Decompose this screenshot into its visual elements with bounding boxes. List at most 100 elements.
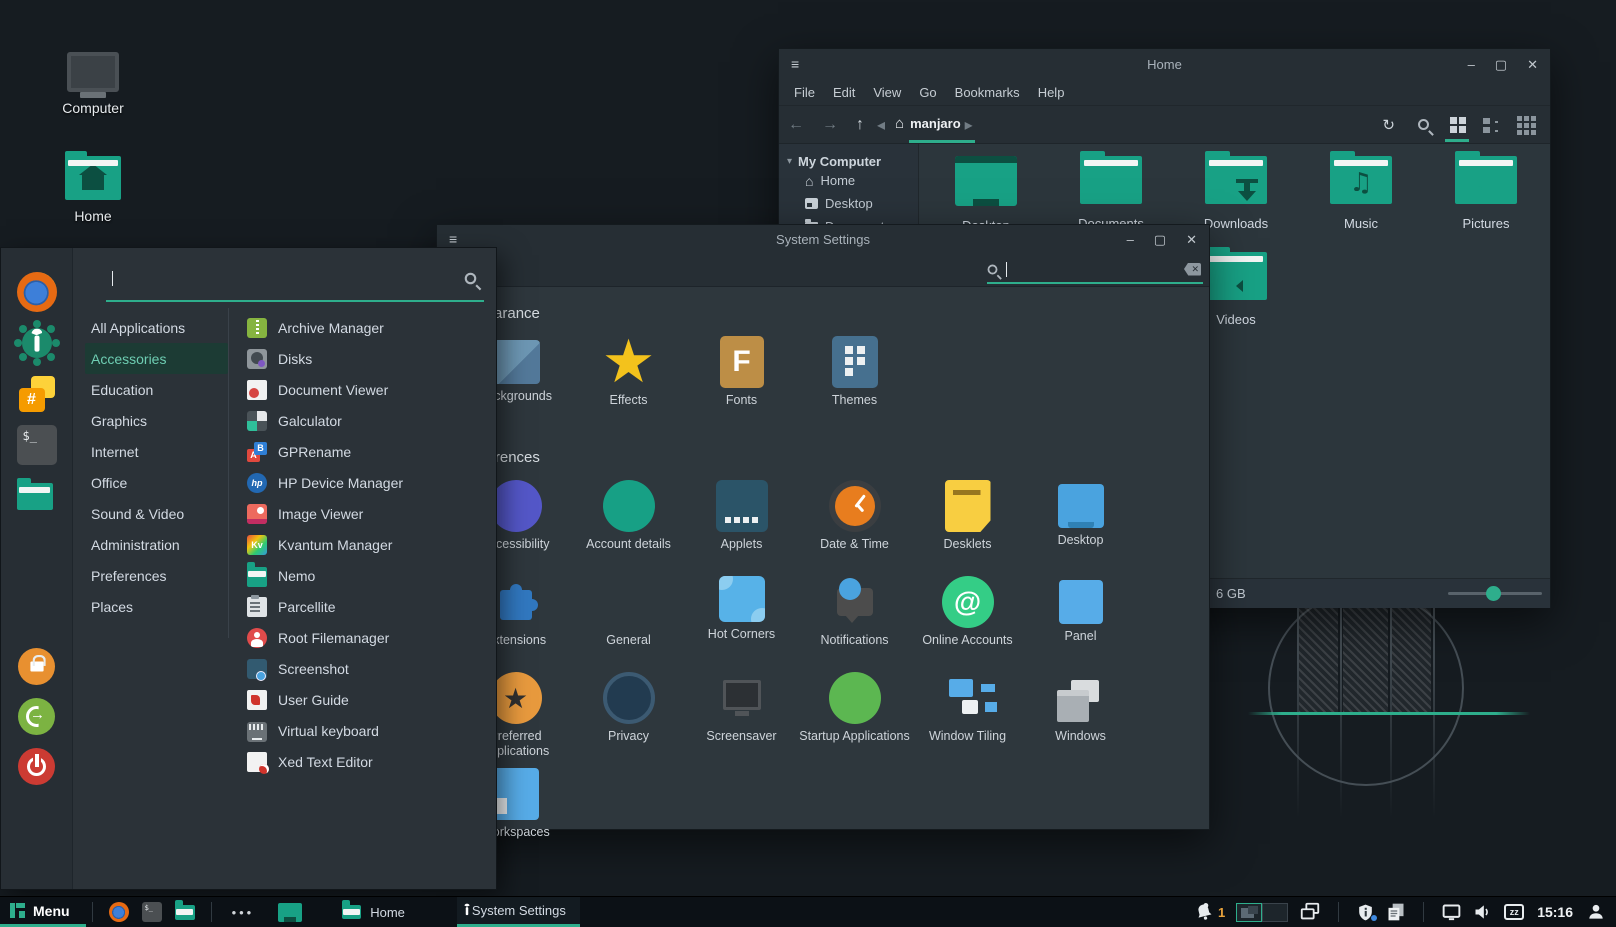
taskbar-window-home[interactable]: Home [328,897,419,927]
menu-category-item[interactable]: Places [85,591,228,622]
menu-app-item[interactable]: Parcellite [247,591,496,622]
fm-titlebar[interactable]: ≡ Home – ▢ ✕ [779,49,1550,79]
folder-item-pictures[interactable]: Pictures [1424,156,1548,231]
workspace-2[interactable] [1262,903,1288,922]
breadcrumb-next-icon[interactable]: ▸ [961,115,977,135]
menu-app-item[interactable]: Nemo [247,560,496,591]
shutdown-icon[interactable] [18,748,55,785]
menu-app-item[interactable]: Virtual keyboard [247,715,496,746]
files-icon[interactable] [17,476,57,516]
menu-button[interactable]: Menu [0,897,86,927]
menu-app-item[interactable]: User Guide [247,684,496,715]
grid-view-icon[interactable] [1442,108,1472,142]
files-launcher-icon[interactable] [175,902,195,922]
taskbar-window-system-settings[interactable]: System Settings [457,897,580,927]
clock[interactable]: 15:16 [1537,904,1573,920]
back-icon[interactable]: ← [779,116,813,134]
workspace-1[interactable] [1236,903,1262,922]
inhibit-applet-icon[interactable]: zz [1504,904,1524,920]
firefox-launcher-icon[interactable] [109,902,129,922]
up-icon[interactable]: ↑ [847,116,873,134]
hamburger-menu-icon[interactable]: ≡ [449,231,457,247]
menu-category-item[interactable]: Sound & Video [85,498,228,529]
settings-item[interactable]: Panel [1024,576,1137,672]
sidebar-item-home[interactable]: ⌂ Home [779,169,918,192]
display-applet-icon[interactable] [1441,902,1462,923]
settings-item[interactable]: Account details [572,480,685,576]
breadcrumb-prev-icon[interactable]: ◂ [873,115,889,135]
menu-app-item[interactable]: Archive Manager [247,312,496,343]
settings-item[interactable]: Date & Time [798,480,911,576]
reload-icon[interactable]: ↻ [1373,116,1404,134]
fm-menu-view[interactable]: View [864,85,910,100]
settings-item[interactable]: @ Online Accounts [911,576,1024,672]
hexchat-icon[interactable] [17,374,57,414]
minimize-icon[interactable]: – [1468,58,1475,71]
menu-app-item[interactable]: Kv Kvantum Manager [247,529,496,560]
settings-item[interactable]: Privacy [572,672,685,768]
clipboard-manager-icon[interactable] [1386,902,1406,922]
minimize-icon[interactable]: – [1127,233,1134,246]
folder-item-desktop[interactable]: Desktop [924,156,1048,233]
menu-category-item[interactable]: Internet [85,436,228,467]
lock-screen-icon[interactable] [18,648,55,685]
menu-app-item[interactable]: Xed Text Editor [247,746,496,777]
zoom-slider-knob[interactable] [1486,586,1501,601]
workspace-switcher[interactable] [1236,903,1288,922]
settings-item[interactable]: Desktop [1024,480,1137,576]
maximize-icon[interactable]: ▢ [1154,233,1166,246]
menu-app-item[interactable]: Screenshot [247,653,496,684]
folder-item-downloads[interactable]: Downloads [1174,156,1298,231]
fm-menu-edit[interactable]: Edit [824,85,864,100]
menu-category-item[interactable]: Office [85,467,228,498]
sidebar-item-desktop[interactable]: Desktop [779,192,918,215]
menu-category-item[interactable]: Administration [85,529,228,560]
settings-item[interactable]: Desklets [911,480,1024,576]
hamburger-menu-icon[interactable]: ≡ [791,56,799,72]
expo-windows-icon[interactable] [1299,901,1321,923]
settings-titlebar[interactable]: ≡ System Settings – ▢ ✕ [437,225,1209,253]
menu-app-item[interactable]: hp HP Device Manager [247,467,496,498]
logout-icon[interactable] [18,698,55,735]
settings-item[interactable]: Themes [798,336,911,432]
update-notifier-icon[interactable] [1356,903,1375,922]
list-view-icon[interactable] [1476,108,1506,142]
menu-category-item[interactable]: Education [85,374,228,405]
manjaro-settings-manager-icon[interactable] [17,323,57,363]
menu-app-item[interactable]: Galculator [247,405,496,436]
fm-menu-help[interactable]: Help [1029,85,1074,100]
settings-search-input[interactable] [987,256,1203,284]
menu-app-item[interactable]: Disks [247,343,496,374]
desktop-icon-home[interactable]: Home [38,150,148,224]
forward-icon[interactable]: → [813,116,847,134]
close-icon[interactable]: ✕ [1186,233,1197,246]
terminal-icon[interactable]: $_ [17,425,57,465]
menu-app-item[interactable]: Document Viewer [247,374,496,405]
menu-category-item[interactable]: Preferences [85,560,228,591]
menu-category-item[interactable]: Accessories [85,343,228,374]
menu-category-item[interactable]: Graphics [85,405,228,436]
fm-menu-bookmarks[interactable]: Bookmarks [946,85,1029,100]
clear-search-icon[interactable] [1184,263,1201,276]
menu-app-item[interactable]: Image Viewer [247,498,496,529]
fm-menu-file[interactable]: File [785,85,824,100]
close-icon[interactable]: ✕ [1527,58,1538,71]
fm-menu-go[interactable]: Go [910,85,945,100]
folder-item-documents[interactable]: Documents [1049,156,1173,231]
settings-item[interactable]: Window Tiling [911,672,1024,768]
menu-app-item[interactable]: GPRename [247,436,496,467]
volume-icon[interactable] [1473,902,1493,922]
folder-item-music[interactable]: ♫ Music [1299,156,1423,231]
menu-category-item[interactable]: All Applications [85,312,228,343]
notifications-applet[interactable]: 1 [1194,902,1225,922]
menu-search-input[interactable] [106,256,484,302]
sidebar-section-my-computer[interactable]: ▾ My Computer [779,154,918,169]
terminal-launcher-icon[interactable]: $_ [142,902,162,922]
breadcrumb[interactable]: ⌂ manjaro [895,115,961,134]
grouped-windows-icon[interactable]: ••• [218,905,269,920]
menu-app-item[interactable]: Root Filemanager [247,622,496,653]
search-icon[interactable] [1408,108,1438,142]
user-applet-icon[interactable] [1586,902,1606,922]
show-desktop-icon[interactable] [278,903,302,922]
desktop-icon-computer[interactable]: Computer [38,52,148,116]
